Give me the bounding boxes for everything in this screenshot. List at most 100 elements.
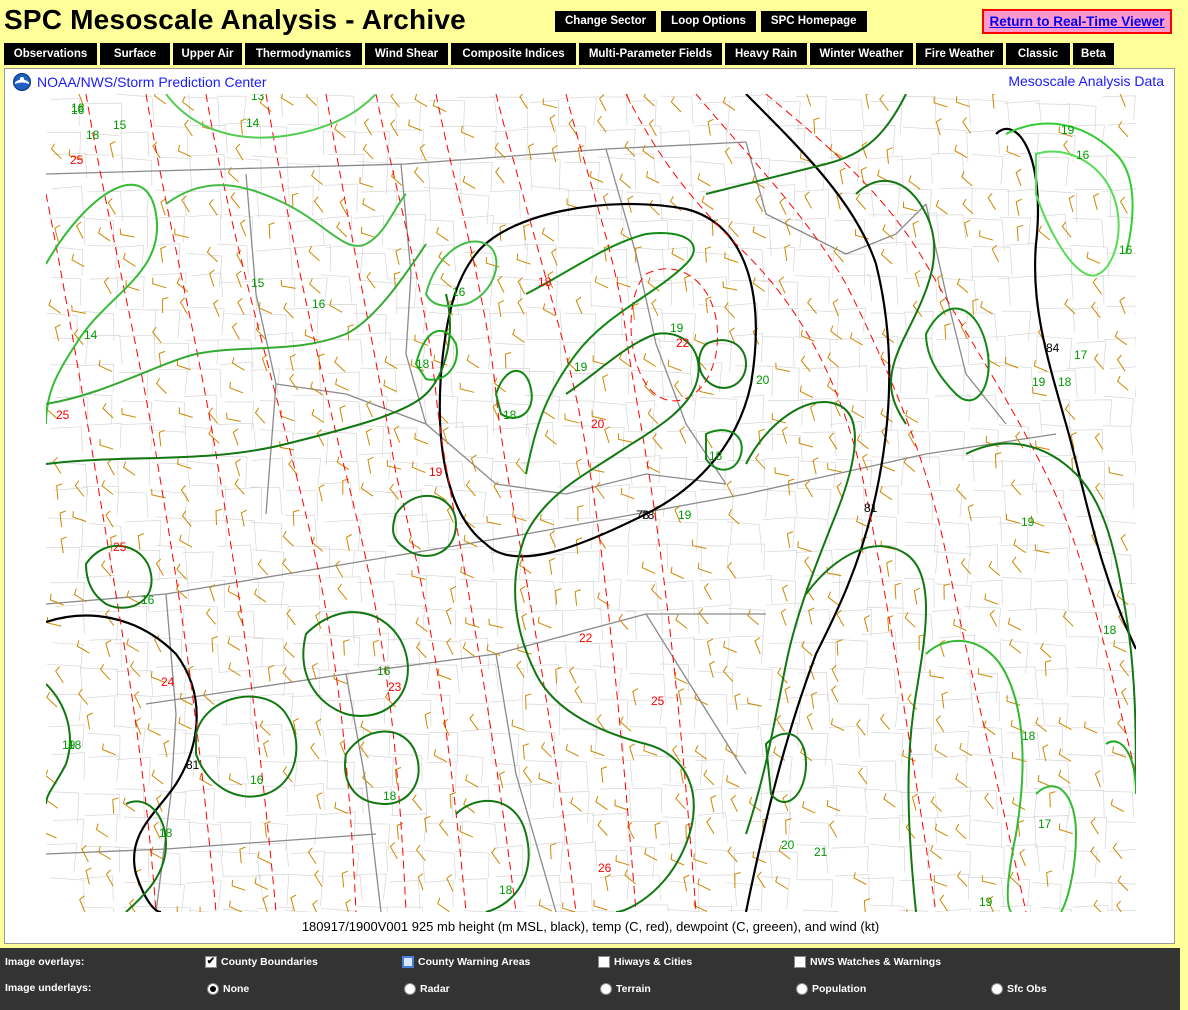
overlay-county-warning-areas[interactable]: County Warning Areas — [402, 956, 530, 968]
temp-contour-label: 26 — [598, 861, 612, 875]
radio-icon[interactable] — [600, 983, 612, 995]
change-sector-button[interactable]: Change Sector — [555, 11, 657, 32]
height-contour-label: 84 — [1046, 341, 1060, 355]
dewpoint-contour-label: 19 — [678, 508, 692, 522]
tab-wind-shear[interactable]: Wind Shear — [365, 43, 448, 65]
dewpoint-contour-label: 16 — [250, 773, 264, 787]
header: SPC Mesoscale Analysis - Archive Change … — [0, 0, 1188, 42]
dewpoint-contour-label: 18 — [709, 449, 723, 463]
underlay-population[interactable]: Population — [796, 983, 866, 995]
noaa-logo-icon — [13, 73, 31, 91]
tab-classic[interactable]: Classic — [1006, 43, 1070, 65]
overlays-label: Image overlays: — [5, 956, 85, 968]
dewpoint-contour-label: 14 — [246, 116, 260, 130]
overlay-nws-watches[interactable]: NWS Watches & Warnings — [794, 956, 941, 968]
underlay-terrain[interactable]: Terrain — [600, 983, 651, 995]
dewpoint-contour-label: 20 — [781, 838, 795, 852]
dewpoint-contour-label: 15 — [113, 118, 127, 132]
tab-surface[interactable]: Surface — [100, 43, 170, 65]
temp-contour-label: 25 — [56, 408, 70, 422]
tab-composite-indices[interactable]: Composite Indices — [451, 43, 576, 65]
underlay-sfc-obs[interactable]: Sfc Obs — [991, 983, 1047, 995]
dewpoint-contour-label: 18 — [159, 826, 173, 840]
overlay-controls: Image overlays: Image underlays: ✔ Count… — [0, 948, 1180, 1010]
temp-contour-label: 22 — [676, 336, 690, 350]
tab-observations[interactable]: Observations — [4, 43, 97, 65]
temp-contour-label: 24 — [161, 675, 175, 689]
temp-contour-label: 19 — [429, 465, 443, 479]
temp-contour-label: 22 — [579, 631, 593, 645]
temp-contour-label: 23 — [388, 680, 402, 694]
dewpoint-contour-label: 18 — [68, 738, 82, 752]
dewpoint-contour-label: 16 — [377, 664, 391, 678]
radio-selected-icon[interactable] — [207, 983, 219, 995]
top-button-group: Change Sector Loop Options SPC Homepage — [555, 11, 867, 32]
radio-icon[interactable] — [796, 983, 808, 995]
page-title: SPC Mesoscale Analysis - Archive — [4, 4, 466, 35]
mesoanalysis-map[interactable]: 7878818481252525182220192223242526131416… — [46, 94, 1136, 912]
radio-icon[interactable] — [404, 983, 416, 995]
dewpoint-contour-label: 17 — [1074, 348, 1088, 362]
map-caption: 180917/1900V001 925 mb height (m MSL, bl… — [301, 919, 880, 934]
return-realtime-link[interactable]: Return to Real-Time Viewer — [982, 9, 1172, 34]
height-contour-label: 78 — [636, 508, 650, 522]
temp-contour-label: 20 — [591, 417, 605, 431]
dewpoint-contour-label: 19 — [1061, 123, 1075, 137]
dewpoint-contour-label: 18 — [503, 408, 517, 422]
dewpoint-contour-label: 18 — [1103, 623, 1117, 637]
height-contour-label: 81 — [864, 501, 878, 515]
dewpoint-contour-label: 16 — [71, 103, 85, 117]
checkbox-icon[interactable] — [794, 956, 806, 968]
loop-options-button[interactable]: Loop Options — [661, 11, 756, 32]
dewpoint-contour-label: 18 — [1058, 375, 1072, 389]
dewpoint-contour-label: 18 — [416, 357, 430, 371]
dewpoint-contour-label: 16 — [1119, 243, 1133, 257]
noaa-org-label: NOAA/NWS/Storm Prediction Center — [37, 74, 267, 90]
temp-contour-label: 25 — [113, 540, 127, 554]
tab-beta[interactable]: Beta — [1073, 43, 1114, 65]
spc-homepage-button[interactable]: SPC Homepage — [760, 11, 867, 32]
dewpoint-contour-label: 18 — [86, 128, 100, 142]
checkbox-icon[interactable] — [598, 956, 610, 968]
dewpoint-contour-label: 16 — [452, 285, 466, 299]
dewpoint-contour-label: 17 — [1038, 817, 1052, 831]
dewpoint-contour-label: 14 — [84, 328, 98, 342]
temp-contour-label: 25 — [70, 153, 84, 167]
tab-thermodynamics[interactable]: Thermodynamics — [245, 43, 362, 65]
dewpoint-contour-label: 19 — [1032, 375, 1046, 389]
dewpoint-contour-label: 20 — [756, 373, 770, 387]
dewpoint-contour-label: 15 — [251, 276, 265, 290]
checkbox-checked-icon[interactable]: ✔ — [205, 956, 217, 968]
underlay-none[interactable]: None — [207, 983, 249, 995]
noaa-header: NOAA/NWS/Storm Prediction Center — [13, 73, 267, 91]
dewpoint-contour-label: 18 — [1022, 729, 1036, 743]
checkbox-icon[interactable] — [402, 956, 414, 968]
tab-fire-weather[interactable]: Fire Weather — [916, 43, 1003, 65]
dewpoint-contour-label: 19 — [1021, 515, 1035, 529]
tab-winter-weather[interactable]: Winter Weather — [810, 43, 913, 65]
height-contour-label: 81 — [186, 758, 200, 772]
mesoscale-data-label: Mesoscale Analysis Data — [1008, 73, 1164, 89]
dewpoint-contour-label: 21 — [814, 845, 828, 859]
dewpoint-contour-label: 16 — [1076, 148, 1090, 162]
overlay-hiways-cities[interactable]: Hiways & Cities — [598, 956, 692, 968]
dewpoint-contour-label: 13 — [251, 94, 265, 103]
dewpoint-contour-label: 19 — [979, 895, 993, 909]
dewpoint-contour-label: 19 — [670, 321, 684, 335]
radio-icon[interactable] — [991, 983, 1003, 995]
overlay-county-boundaries[interactable]: ✔ County Boundaries — [205, 956, 318, 968]
tab-heavy-rain[interactable]: Heavy Rain — [725, 43, 807, 65]
tab-multi-parameter-fields[interactable]: Multi-Parameter Fields — [579, 43, 722, 65]
underlay-radar[interactable]: Radar — [404, 983, 450, 995]
dewpoint-contour-label: 18 — [383, 789, 397, 803]
dewpoint-contour-label: 18 — [499, 883, 513, 897]
dewpoint-contour-label: 16 — [312, 297, 326, 311]
map-frame: NOAA/NWS/Storm Prediction Center Mesosca… — [4, 68, 1175, 944]
nav-tabs: Observations Surface Upper Air Thermodyn… — [4, 43, 1114, 65]
temp-contour-label: 18 — [538, 275, 552, 289]
dewpoint-contour-label: 16 — [141, 593, 155, 607]
temp-contour-label: 25 — [651, 694, 665, 708]
dewpoint-contour-label: 19 — [574, 360, 588, 374]
underlays-label: Image underlays: — [5, 982, 92, 994]
tab-upper-air[interactable]: Upper Air — [173, 43, 242, 65]
